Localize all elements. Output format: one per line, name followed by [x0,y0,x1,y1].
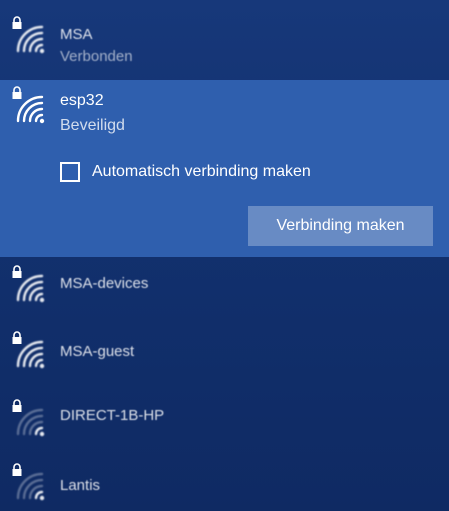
network-item-msa[interactable]: MSA Verbonden [0,0,449,80]
network-name: esp32 [60,92,104,109]
lock-icon [12,265,22,278]
network-status: Verbonden [60,48,133,65]
network-status: Beveiligd [60,117,125,134]
network-name: DIRECT-1B-HP [60,407,165,424]
wifi-network-list: MSA Verbonden esp32 Beveiligd Automatisc… [0,0,449,511]
network-item-esp32-selected[interactable]: esp32 Beveiligd Automatisch verbinding m… [0,80,449,257]
auto-connect-checkbox-row[interactable]: Automatisch verbinding maken [60,160,311,184]
network-item-msa-guest[interactable]: MSA-guest [0,323,449,389]
lock-icon [12,86,22,99]
network-name: Lantis [60,477,101,494]
network-name: MSA-guest [60,343,135,360]
lock-icon [12,463,22,476]
network-name: MSA [60,26,93,43]
network-item-lantis[interactable]: Lantis [0,455,449,511]
lock-icon [12,16,22,29]
network-item-direct-1b-hp[interactable]: DIRECT-1B-HP [0,389,449,455]
auto-connect-label: Automatisch verbinding maken [92,163,311,180]
lock-icon [12,399,22,412]
network-name: MSA-devices [60,275,149,292]
lock-icon [12,331,22,344]
network-item-msa-devices[interactable]: MSA-devices [0,257,449,323]
checkbox-icon[interactable] [60,162,80,182]
connect-button[interactable]: Verbinding maken [248,206,433,246]
